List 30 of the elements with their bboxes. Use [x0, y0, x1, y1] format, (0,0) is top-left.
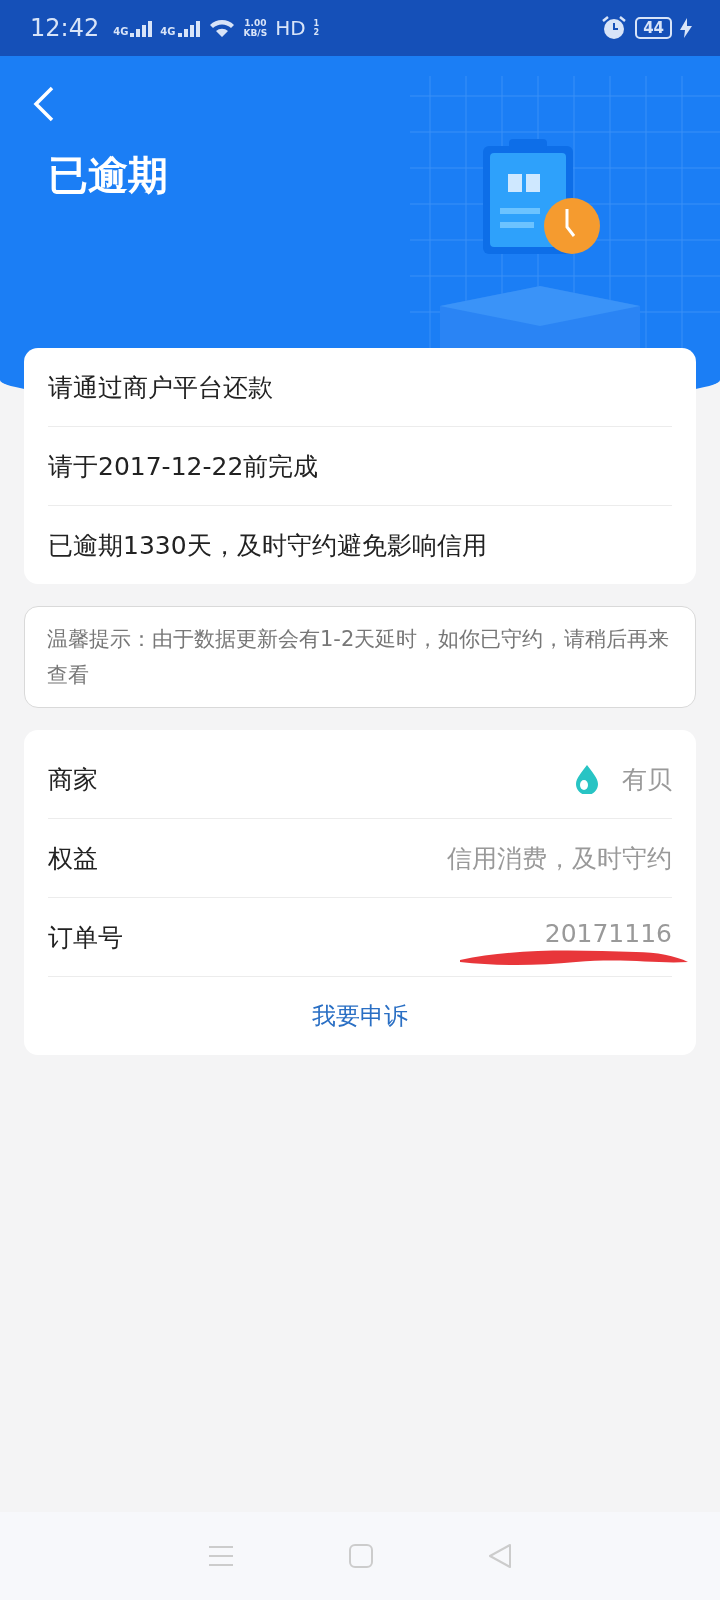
info-text: 已逾期1330天，及时守约避免影响信用 — [48, 529, 487, 562]
info-text: 请于2017-12-22前完成 — [48, 450, 319, 483]
signal-icon — [177, 19, 200, 37]
network-type: 4G — [113, 26, 129, 37]
detail-label: 订单号 — [48, 921, 123, 954]
sim-slot-label: 2 — [313, 28, 320, 37]
network-type: 4G — [160, 26, 176, 37]
order-number: 20171116 — [544, 918, 672, 948]
detail-label: 权益 — [48, 842, 98, 875]
benefit-value: 信用消费，及时守约 — [447, 842, 672, 875]
alarm-icon — [601, 15, 628, 41]
back-icon[interactable] — [32, 84, 56, 124]
network-speed: 1.00 — [244, 18, 267, 28]
page-title: 已逾期 — [48, 151, 168, 200]
speed-unit: KB/S — [243, 28, 268, 38]
info-text: 请通过商户平台还款 — [48, 371, 273, 404]
hd-label: HD — [275, 16, 306, 40]
notice-text: 温馨提示：由于数据更新会有1-2天延时，如你已守约，请稍后再来查看 — [24, 606, 696, 708]
back-nav-icon[interactable] — [488, 1543, 513, 1569]
merchant-name: 有贝 — [622, 763, 672, 796]
detail-label: 商家 — [48, 763, 98, 796]
charging-icon — [680, 18, 692, 38]
menu-icon[interactable] — [207, 1545, 234, 1567]
signal-icon — [130, 19, 153, 37]
battery-level: 44 — [635, 17, 672, 39]
drop-logo-icon — [574, 764, 600, 794]
appeal-link[interactable]: 我要申诉 — [312, 1000, 408, 1032]
sim-slot-label: 1 — [313, 19, 320, 28]
status-time: 12:42 — [30, 14, 100, 42]
home-icon[interactable] — [349, 1544, 373, 1568]
